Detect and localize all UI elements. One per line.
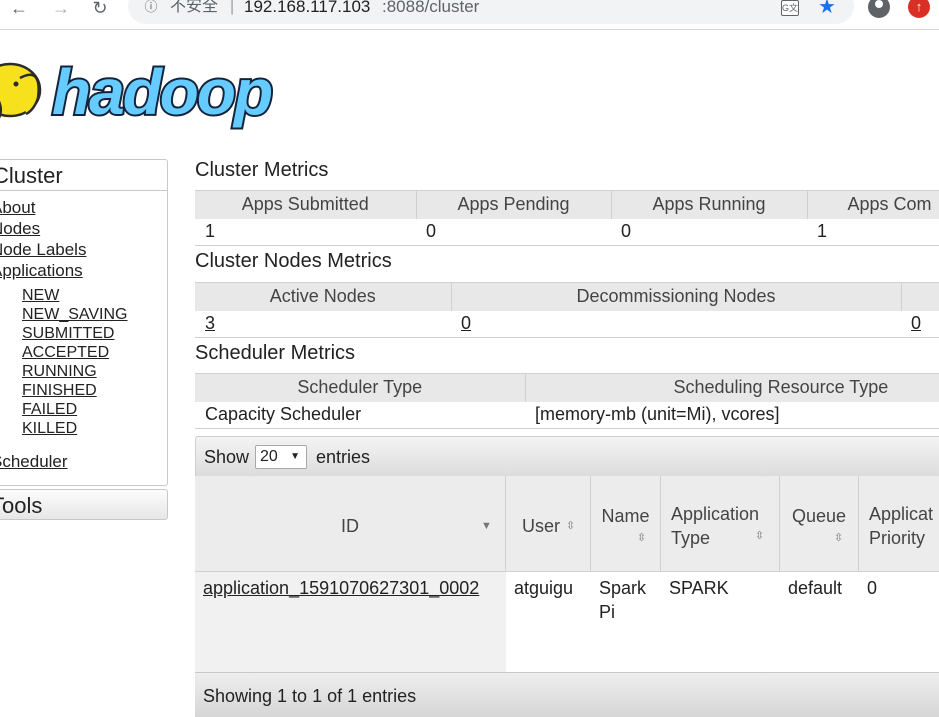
cell-decommissioning-nodes: 0 xyxy=(451,310,901,338)
cell-app-user: atguigu xyxy=(506,572,591,672)
nav-link-nodes[interactable]: Nodes xyxy=(0,219,40,239)
col-header-queue-label: Queue xyxy=(791,506,847,526)
tools-panel[interactable]: Tools xyxy=(0,489,168,520)
nav-link-node-labels[interactable]: Node Labels xyxy=(0,240,86,260)
translate-icon[interactable]: G文 xyxy=(781,0,799,16)
col-nodes-extra xyxy=(901,282,939,311)
nav-state-new[interactable]: NEW xyxy=(22,287,59,305)
profile-avatar-icon[interactable] xyxy=(868,0,890,18)
val-apps-completed: 1 xyxy=(807,218,939,246)
cluster-nav-panel: Cluster About Nodes Node Labels Applicat… xyxy=(0,159,168,486)
nav-state-submitted[interactable]: SUBMITTED xyxy=(22,325,114,343)
col-header-name[interactable]: Name ⇳ xyxy=(591,476,661,572)
nav-state-finished[interactable]: FINISHED xyxy=(22,382,97,400)
col-header-application-type[interactable]: Application Type ⇳ xyxy=(661,476,780,572)
sort-desc-icon: ▼ xyxy=(481,520,492,532)
cell-app-priority: 0 xyxy=(859,572,939,672)
nav-state-killed[interactable]: KILLED xyxy=(22,420,77,438)
bookmark-star-icon[interactable]: ★ xyxy=(818,0,836,17)
cell-nodes-extra: 0 xyxy=(901,310,939,338)
sort-both-icon: ⇳ xyxy=(834,532,844,544)
table-info-text: Showing 1 to 1 of 1 entries xyxy=(203,686,417,706)
nav-heading-cluster[interactable]: Cluster xyxy=(0,160,167,191)
col-scheduler-type: Scheduler Type xyxy=(195,373,526,402)
col-header-application-priority[interactable]: Applicat Priority xyxy=(859,476,939,572)
col-header-id[interactable]: ID ▼ xyxy=(195,476,506,572)
col-header-application-priority-label: Applicat Priority xyxy=(869,504,934,548)
sort-both-icon: ⇳ xyxy=(755,530,765,542)
reload-button[interactable]: ↻ xyxy=(89,0,111,18)
cluster-metrics-title: Cluster Metrics xyxy=(195,159,329,181)
col-apps-running: Apps Running xyxy=(611,190,808,219)
update-icon[interactable]: ↑ xyxy=(908,0,930,18)
cell-app-type: SPARK xyxy=(661,572,780,672)
page-size-select[interactable]: 20 ▼ xyxy=(255,445,307,469)
col-header-user[interactable]: User ⇳ xyxy=(506,476,591,572)
nav-state-new-saving[interactable]: NEW_SAVING xyxy=(22,306,128,324)
cell-app-id: application_1591070627301_0002 xyxy=(195,572,506,672)
cell-app-queue: default xyxy=(780,572,859,672)
col-header-name-label: Name xyxy=(601,506,650,526)
cluster-metrics-table: Apps Submitted Apps Pending Apps Running… xyxy=(195,190,939,246)
show-label: Show xyxy=(204,447,250,467)
col-header-id-label: ID xyxy=(341,516,359,536)
sort-both-icon: ⇳ xyxy=(566,520,576,532)
link-nodes-extra[interactable]: 0 xyxy=(911,313,921,333)
security-label: 不安全 xyxy=(170,0,219,15)
nav-state-accepted[interactable]: ACCEPTED xyxy=(22,344,109,362)
forward-button[interactable]: → xyxy=(50,0,72,18)
col-apps-pending: Apps Pending xyxy=(416,190,612,219)
url-host: 192.168.117.103 xyxy=(244,0,371,16)
back-button[interactable]: ← xyxy=(8,0,30,18)
elephant-icon xyxy=(0,62,42,119)
val-scheduling-resource-type: [memory-mb (unit=Mi), vcores] xyxy=(525,401,939,429)
scheduler-metrics-table: Scheduler Type Scheduling Resource Type … xyxy=(195,373,939,429)
nav-link-scheduler[interactable]: Scheduler xyxy=(0,452,68,472)
col-scheduling-resource-type: Scheduling Resource Type xyxy=(525,373,939,402)
col-apps-completed: Apps Com xyxy=(807,190,939,219)
sort-both-icon: ⇳ xyxy=(637,532,647,544)
nav-state-failed[interactable]: FAILED xyxy=(22,401,77,419)
val-apps-submitted: 1 xyxy=(195,218,416,246)
col-header-queue[interactable]: Queue ⇳ xyxy=(780,476,859,572)
url-path: :8088/cluster xyxy=(382,0,480,16)
dropdown-arrow-icon: ▼ xyxy=(290,451,300,462)
address-separator: | xyxy=(230,0,235,15)
application-id-link[interactable]: application_1591070627301_0002 xyxy=(203,578,479,598)
scheduler-metrics-title: Scheduler Metrics xyxy=(195,342,356,364)
cell-app-name: Spark Pi xyxy=(591,572,661,672)
nav-link-applications[interactable]: Applications xyxy=(0,261,83,281)
val-scheduler-type: Capacity Scheduler xyxy=(195,401,525,429)
info-icon[interactable]: ⓘ xyxy=(143,0,159,16)
datatable-toolbar: Show 20 ▼ entries xyxy=(195,436,939,477)
val-apps-pending: 0 xyxy=(416,218,611,246)
col-decommissioning-nodes: Decommissioning Nodes xyxy=(451,282,902,311)
tools-heading[interactable]: Tools xyxy=(0,492,42,520)
col-header-application-type-label: Application Type xyxy=(671,504,760,548)
page-size-value: 20 xyxy=(260,448,278,465)
datatable-footer: Showing 1 to 1 of 1 entries xyxy=(195,672,939,717)
col-header-user-label: User xyxy=(521,516,560,536)
nav-state-running[interactable]: RUNNING xyxy=(22,363,97,381)
address-bar[interactable] xyxy=(128,0,854,24)
link-decommissioning-nodes[interactable]: 0 xyxy=(461,313,471,333)
col-active-nodes: Active Nodes xyxy=(195,282,452,311)
nodes-metrics-table: Active Nodes Decommissioning Nodes 3 0 0 xyxy=(195,282,939,338)
col-apps-submitted: Apps Submitted xyxy=(195,190,417,219)
hadoop-logo: hadoop xyxy=(0,54,276,130)
val-apps-running: 0 xyxy=(611,218,807,246)
logo-wordmark: hadoop xyxy=(52,56,272,128)
link-active-nodes[interactable]: 3 xyxy=(205,313,215,333)
nav-link-about[interactable]: About xyxy=(0,198,35,218)
nodes-metrics-title: Cluster Nodes Metrics xyxy=(195,250,392,272)
browser-toolbar: ← → ↻ ⓘ 不安全 | 192.168.117.103 :8088/clus… xyxy=(0,0,939,30)
entries-label: entries xyxy=(316,447,371,467)
cell-active-nodes: 3 xyxy=(195,310,451,338)
